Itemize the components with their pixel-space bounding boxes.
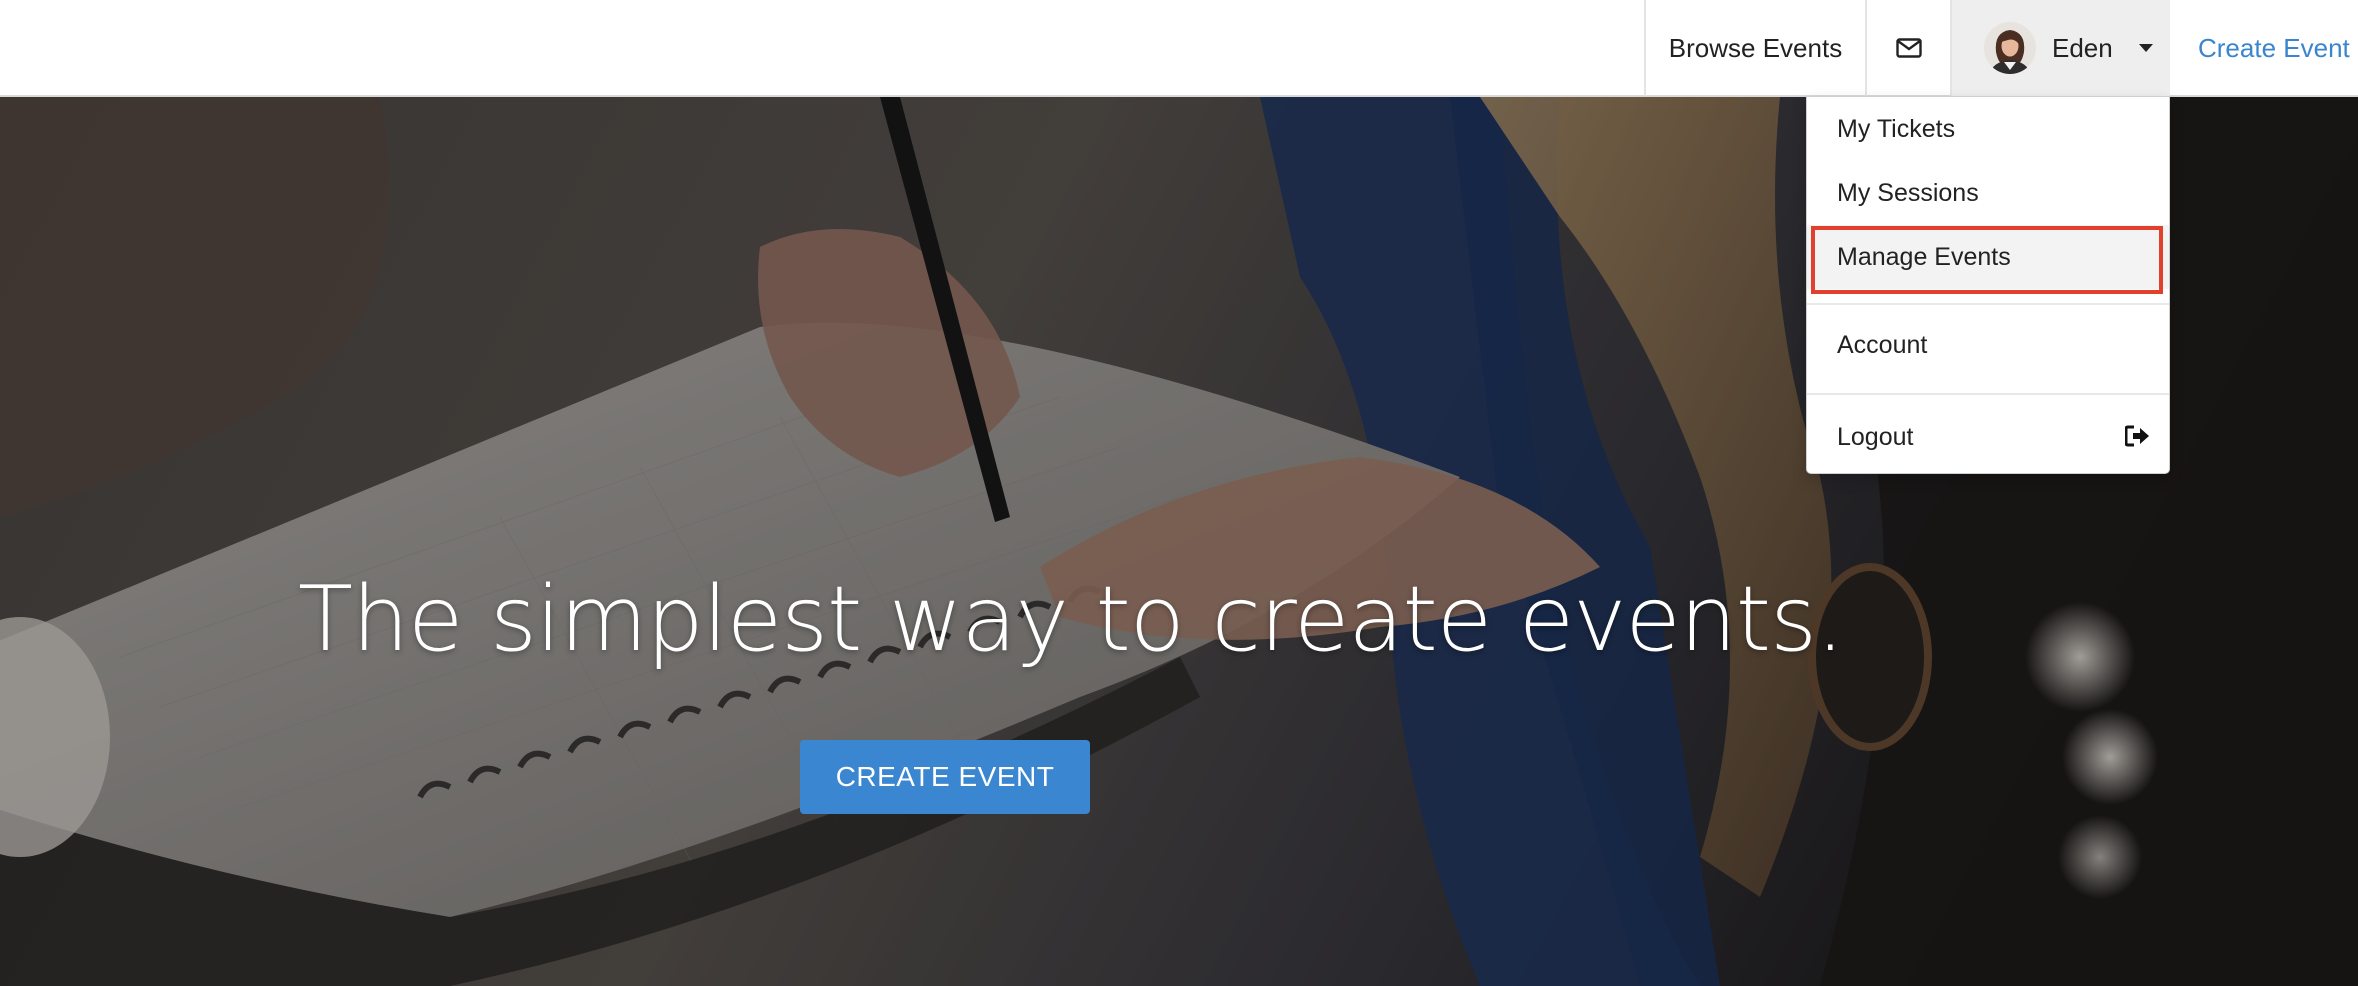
browse-events-label: Browse Events [1668,32,1843,63]
top-navbar: Browse Events Eden Create Event [0,0,2358,97]
envelope-icon [1895,38,1922,58]
menu-item-manage-events[interactable]: Manage Events [1807,225,2169,289]
messages-button[interactable] [1867,0,1952,96]
menu-item-my-sessions[interactable]: My Sessions [1807,161,2169,225]
menu-item-my-tickets[interactable]: My Tickets [1807,97,2169,161]
create-event-label: Create Event [2198,32,2350,63]
browse-events-link[interactable]: Browse Events [1644,0,1867,96]
user-name: Eden [2052,32,2113,63]
user-menu-toggle[interactable]: Eden [1952,0,2170,96]
menu-item-label: My Tickets [1837,114,1956,143]
create-event-button[interactable]: CREATE EVENT [800,740,1090,814]
user-dropdown-menu: My Tickets My Sessions Manage Events Acc… [1806,96,2170,474]
menu-item-logout[interactable]: Logout [1807,405,2169,469]
sign-out-icon [2125,425,2149,447]
menu-item-account[interactable]: Account [1807,313,2169,377]
menu-divider [1807,393,2169,395]
menu-divider [1807,303,2169,305]
menu-item-label: Manage Events [1837,242,2011,271]
menu-item-label: My Sessions [1837,178,1979,207]
avatar [1984,22,2036,74]
caret-down-icon [2138,44,2153,52]
menu-item-label: Logout [1837,422,1914,451]
create-event-link[interactable]: Create Event [2170,0,2358,96]
hero-title: The simplest way to create events. [298,567,1845,672]
menu-item-label: Account [1837,330,1928,359]
